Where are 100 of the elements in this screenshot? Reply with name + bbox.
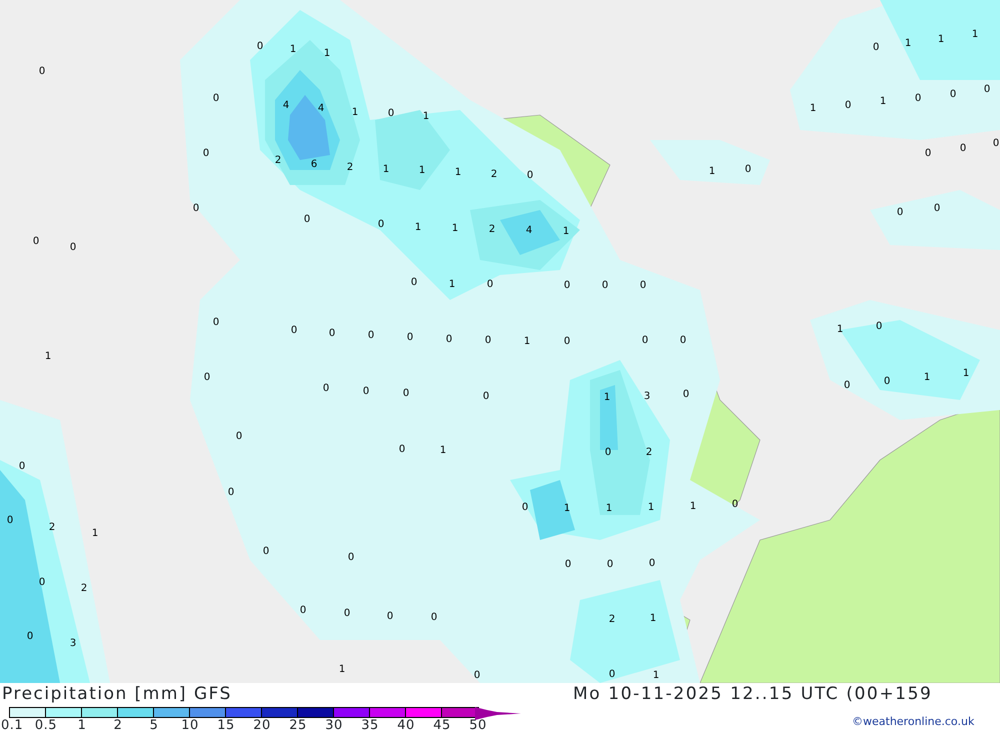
contour-label: 2: [490, 170, 498, 180]
contour-label: 1: [44, 352, 52, 362]
contour-label: 3: [644, 392, 650, 402]
contour-label: 0: [70, 243, 76, 253]
contour-label: 0: [680, 336, 686, 346]
contour-label: 0: [344, 609, 350, 619]
contour-label: 1: [606, 504, 612, 514]
contour-label: 0: [732, 500, 738, 510]
contour-label: 0: [192, 204, 200, 214]
map-title: Precipitation [mm] GFS: [2, 684, 232, 704]
legend-label: 25: [289, 719, 307, 732]
contour-label: 0: [602, 281, 608, 291]
contour-label: 1: [338, 665, 346, 675]
contour-label: 0: [884, 377, 890, 387]
contour-label: 1: [452, 224, 458, 234]
contour-label: 1: [810, 104, 816, 114]
legend-label: 1: [78, 719, 86, 732]
contour-label: 0: [212, 94, 220, 104]
contour-label: 0: [896, 208, 904, 218]
contour-label: 4: [282, 101, 290, 111]
contour-label: 2: [48, 523, 56, 533]
contour-label: 0: [648, 559, 656, 569]
contour-label: 1: [382, 165, 390, 175]
legend-label: 35: [361, 719, 379, 732]
contour-label: 0: [526, 171, 534, 181]
contour-label: 0: [410, 278, 418, 288]
contour-label: 0: [608, 670, 616, 680]
contour-label: 0: [262, 547, 270, 557]
contour-label: 0: [446, 335, 452, 345]
contour-label: 0: [564, 281, 570, 291]
contour-label: 0: [486, 280, 494, 290]
contour-label: 0: [406, 333, 414, 343]
contour-label: 0: [522, 503, 528, 513]
contour-label: 0: [844, 101, 852, 111]
contour-label: 0: [914, 94, 922, 104]
contour-label: 2: [80, 584, 88, 594]
contour-label: 2: [646, 448, 652, 458]
contour-label: 0: [202, 149, 210, 159]
contour-label: 0: [378, 220, 384, 230]
contour-label: 1: [938, 35, 944, 45]
contour-label: 0: [398, 445, 406, 455]
contour-label: 0: [348, 553, 354, 563]
contour-label: 0: [228, 488, 234, 498]
contour-label: 0: [744, 165, 752, 175]
contour-label: 0: [386, 612, 394, 622]
contour-label: 2: [608, 615, 616, 625]
contour-label: 1: [422, 112, 430, 122]
contour-label: 0: [606, 560, 614, 570]
contour-label: 1: [92, 529, 98, 539]
contour-label: 2: [274, 156, 282, 166]
contour-label: 1: [924, 373, 930, 383]
contour-label: 0: [290, 326, 298, 336]
contour-label: 0: [642, 336, 648, 346]
contour-label: 0: [872, 43, 880, 53]
contour-label: 0: [236, 432, 242, 442]
contour-label: 1: [690, 502, 696, 512]
contour-label: 1: [352, 108, 358, 118]
contour-label: 0: [204, 373, 210, 383]
contour-label: 0: [300, 606, 306, 616]
legend-label: 30: [325, 719, 343, 732]
contour-label: 0: [32, 237, 40, 247]
contour-label: 0: [474, 671, 480, 681]
contour-label: 1: [652, 671, 660, 681]
contour-label: 0: [388, 109, 394, 119]
contour-label: 0: [430, 613, 438, 623]
contour-label: 0: [564, 337, 570, 347]
contour-label: 1: [448, 280, 456, 290]
contour-label: 2: [346, 163, 354, 173]
contour-label: 0: [564, 560, 572, 570]
credit-link[interactable]: ©weatheronline.co.uk: [852, 715, 974, 728]
contour-label: 0: [328, 329, 336, 339]
contour-label: 0: [212, 318, 220, 328]
contour-label: 1: [562, 227, 570, 237]
contour-label: 0: [844, 381, 850, 391]
contour-label: 1: [708, 167, 716, 177]
contour-label: 0: [992, 139, 1000, 149]
contour-label: 1: [290, 45, 296, 55]
contour-label: 1: [324, 49, 330, 59]
contour-label: 0: [984, 85, 990, 95]
contour-label: 1: [836, 325, 844, 335]
legend-label: 0.1: [1, 719, 24, 732]
contour-label: 0: [304, 215, 310, 225]
contour-label: 0: [682, 390, 690, 400]
contour-label: 1: [962, 369, 970, 379]
contour-label: 0: [368, 331, 374, 341]
contour-label: 0: [484, 336, 492, 346]
contour-label: 4: [526, 226, 532, 236]
contour-label: 1: [414, 223, 422, 233]
contour-label: 0: [924, 149, 932, 159]
contour-label: 0: [640, 281, 646, 291]
contour-label: 1: [650, 614, 656, 624]
contour-label: 0: [402, 389, 410, 399]
contour-label: 0: [18, 462, 26, 472]
contour-label: 0: [38, 578, 46, 588]
contour-label: 0: [6, 516, 14, 526]
forecast-time: Mo 10-11-2025 12..15 UTC (00+159: [573, 684, 932, 704]
contour-label: 1: [972, 30, 978, 40]
contour-label: 0: [950, 90, 956, 100]
legend-label: 45: [433, 719, 451, 732]
legend-label: 0.5: [34, 719, 58, 732]
